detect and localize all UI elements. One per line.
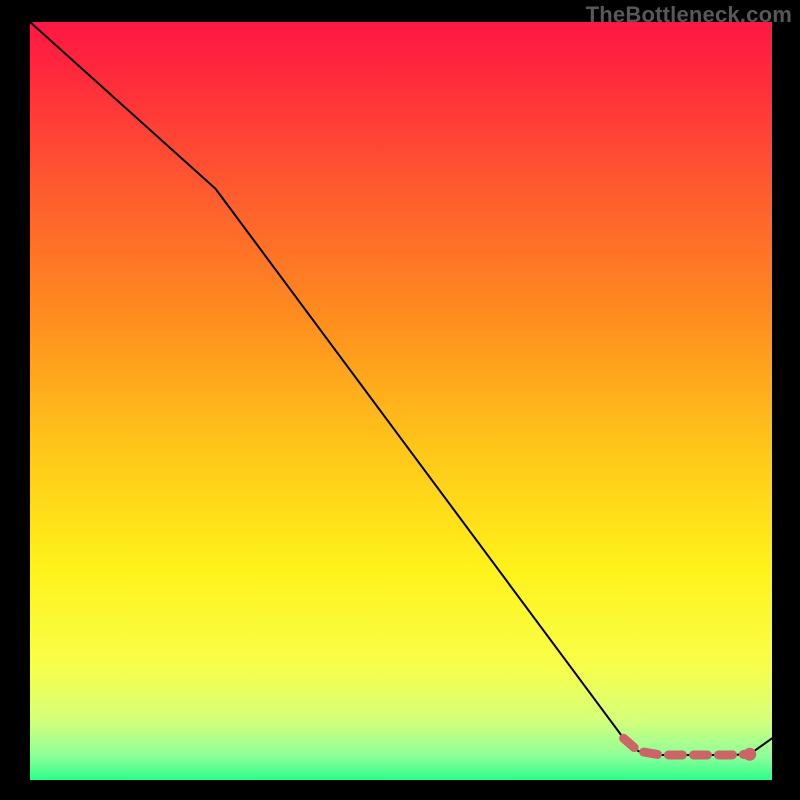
chart-stage: TheBottleneck.com xyxy=(0,0,800,800)
chart-svg xyxy=(0,0,800,800)
chart-plot-bg xyxy=(30,22,772,780)
watermark-text: TheBottleneck.com xyxy=(586,2,792,28)
chart-end-dot xyxy=(743,748,756,761)
